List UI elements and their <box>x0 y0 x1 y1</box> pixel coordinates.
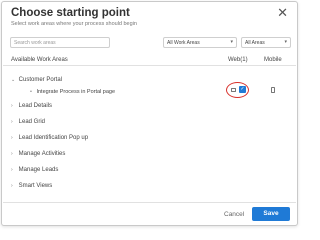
footer-divider <box>3 202 296 203</box>
chevron-down-icon: ▾ <box>230 39 233 45</box>
tree-item-label: Lead Grid <box>18 119 46 125</box>
cancel-button[interactable]: Cancel <box>224 211 244 218</box>
tree-item-label: Manage Leads <box>18 167 59 173</box>
web-checkbox[interactable]: ✓ <box>239 86 246 93</box>
header-divider <box>3 65 296 66</box>
tree-subitem-integrate-process: • Integrate Process in Portal page <box>30 89 115 95</box>
tree-subitem-label: Integrate Process in Portal page <box>36 89 116 95</box>
tree-item-manage-activities[interactable]: › Manage Activities <box>11 151 65 157</box>
save-button[interactable]: Save <box>252 207 290 221</box>
work-area-select-value: All Work Areas <box>167 40 200 46</box>
close-icon[interactable]: ✕ <box>277 6 288 19</box>
search-input[interactable]: Search work areas <box>10 37 110 48</box>
monitor-icon <box>231 88 236 92</box>
chevron-right-icon: › <box>11 183 13 189</box>
work-area-select[interactable]: All Work Areas ▾ <box>163 37 237 48</box>
chevron-right-icon: › <box>11 119 13 125</box>
chevron-down-icon: ▾ <box>284 39 287 45</box>
area-select-value: All Areas <box>245 40 265 46</box>
tree-item-label: Lead Identification Pop up <box>18 135 89 141</box>
chevron-right-icon: › <box>11 151 13 157</box>
tree-item-lead-identification[interactable]: › Lead Identification Pop up <box>11 135 88 141</box>
chevron-right-icon: › <box>11 103 13 109</box>
tree-item-label: Lead Details <box>18 103 53 109</box>
bullet-icon: • <box>30 89 32 95</box>
tree-item-label: Customer Portal <box>18 77 63 83</box>
chevron-right-icon: › <box>11 135 13 141</box>
tree-item-label: Smart Views <box>18 183 53 189</box>
tree-item-customer-portal[interactable]: ⌄ Customer Portal <box>11 77 62 83</box>
tree-item-lead-grid[interactable]: › Lead Grid <box>11 119 45 125</box>
area-select[interactable]: All Areas ▾ <box>241 37 291 48</box>
mobile-icon <box>271 87 275 93</box>
mobile-column-header: Mobile <box>264 57 282 63</box>
choose-starting-point-dialog: Choose starting point ✕ Select work area… <box>1 1 298 226</box>
tree-item-lead-details[interactable]: › Lead Details <box>11 103 52 109</box>
dialog-subtitle: Select work areas where your process sho… <box>11 21 137 27</box>
tree-item-label: Manage Activities <box>18 151 66 157</box>
available-work-areas-header: Available Work Areas <box>11 57 68 63</box>
tree-item-smart-views[interactable]: › Smart Views <box>11 183 52 189</box>
tree-item-manage-leads[interactable]: › Manage Leads <box>11 167 58 173</box>
dialog-title: Choose starting point <box>11 7 130 19</box>
chevron-right-icon: › <box>11 167 13 173</box>
chevron-down-icon: ⌄ <box>11 77 16 83</box>
web-column-header: Web(1) <box>228 57 248 63</box>
